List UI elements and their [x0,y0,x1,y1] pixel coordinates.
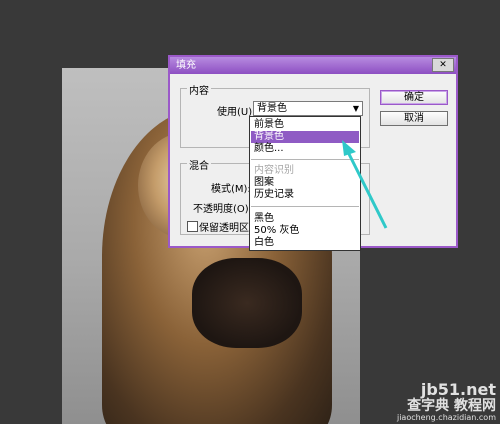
watermark: jb51.net 查字典 教程网 jiaocheng.chazidian.com [396,380,496,422]
annotation-arrow-line [344,147,388,229]
annotation-arrow [342,140,388,229]
watermark-site: jb51.net [420,380,496,400]
annotation-arrow-head [342,140,356,156]
watermark-url: jiaocheng.chazidian.com [396,412,496,422]
watermark-brand: 查字典 教程网 [407,397,496,414]
